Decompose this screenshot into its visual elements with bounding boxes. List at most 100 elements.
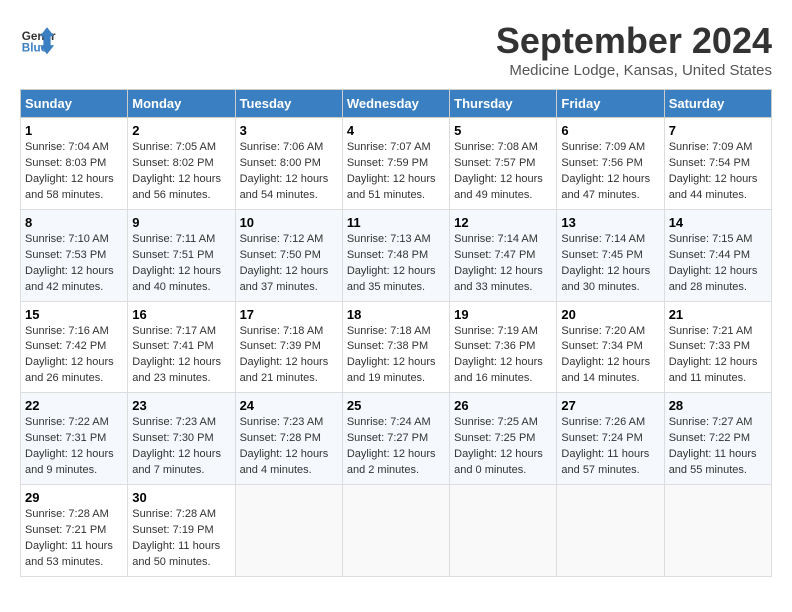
cell-content: Sunrise: 7:18 AMSunset: 7:38 PMDaylight:… <box>347 325 436 385</box>
day-number: 5 <box>454 123 552 138</box>
cell-content: Sunrise: 7:27 AMSunset: 7:22 PMDaylight:… <box>669 416 757 476</box>
calendar-cell-day-30: 30 Sunrise: 7:28 AMSunset: 7:19 PMDaylig… <box>128 485 235 577</box>
calendar-cell-day-15: 15 Sunrise: 7:16 AMSunset: 7:42 PMDaylig… <box>21 301 128 393</box>
cell-content: Sunrise: 7:23 AMSunset: 7:30 PMDaylight:… <box>132 416 221 476</box>
col-thursday: Thursday <box>450 90 557 118</box>
day-number: 26 <box>454 398 552 413</box>
calendar-cell-day-27: 27 Sunrise: 7:26 AMSunset: 7:24 PMDaylig… <box>557 393 664 485</box>
header-row: Sunday Monday Tuesday Wednesday Thursday… <box>21 90 772 118</box>
calendar-title: September 2024 <box>496 20 772 62</box>
day-number: 23 <box>132 398 230 413</box>
calendar-cell-day-14: 14 Sunrise: 7:15 AMSunset: 7:44 PMDaylig… <box>664 209 771 301</box>
calendar-cell-day-6: 6 Sunrise: 7:09 AMSunset: 7:56 PMDayligh… <box>557 118 664 210</box>
cell-content: Sunrise: 7:18 AMSunset: 7:39 PMDaylight:… <box>240 325 329 385</box>
day-number: 10 <box>240 215 338 230</box>
calendar-cell-day-29: 29 Sunrise: 7:28 AMSunset: 7:21 PMDaylig… <box>21 485 128 577</box>
title-block: September 2024 Medicine Lodge, Kansas, U… <box>496 20 772 79</box>
logo: General Blue <box>20 20 56 56</box>
day-number: 12 <box>454 215 552 230</box>
day-number: 16 <box>132 307 230 322</box>
calendar-cell-empty <box>342 485 449 577</box>
calendar-cell-day-17: 17 Sunrise: 7:18 AMSunset: 7:39 PMDaylig… <box>235 301 342 393</box>
calendar-week-1: 1 Sunrise: 7:04 AMSunset: 8:03 PMDayligh… <box>21 118 772 210</box>
calendar-cell-day-13: 13 Sunrise: 7:14 AMSunset: 7:45 PMDaylig… <box>557 209 664 301</box>
calendar-cell-day-22: 22 Sunrise: 7:22 AMSunset: 7:31 PMDaylig… <box>21 393 128 485</box>
day-number: 20 <box>561 307 659 322</box>
day-number: 19 <box>454 307 552 322</box>
day-number: 22 <box>25 398 123 413</box>
calendar-week-5: 29 Sunrise: 7:28 AMSunset: 7:21 PMDaylig… <box>21 485 772 577</box>
cell-content: Sunrise: 7:26 AMSunset: 7:24 PMDaylight:… <box>561 416 649 476</box>
day-number: 1 <box>25 123 123 138</box>
calendar-week-3: 15 Sunrise: 7:16 AMSunset: 7:42 PMDaylig… <box>21 301 772 393</box>
cell-content: Sunrise: 7:14 AMSunset: 7:45 PMDaylight:… <box>561 233 650 293</box>
cell-content: Sunrise: 7:07 AMSunset: 7:59 PMDaylight:… <box>347 141 436 201</box>
calendar-cell-day-23: 23 Sunrise: 7:23 AMSunset: 7:30 PMDaylig… <box>128 393 235 485</box>
calendar-cell-day-8: 8 Sunrise: 7:10 AMSunset: 7:53 PMDayligh… <box>21 209 128 301</box>
calendar-cell-day-10: 10 Sunrise: 7:12 AMSunset: 7:50 PMDaylig… <box>235 209 342 301</box>
cell-content: Sunrise: 7:09 AMSunset: 7:56 PMDaylight:… <box>561 141 650 201</box>
cell-content: Sunrise: 7:12 AMSunset: 7:50 PMDaylight:… <box>240 233 329 293</box>
cell-content: Sunrise: 7:14 AMSunset: 7:47 PMDaylight:… <box>454 233 543 293</box>
cell-content: Sunrise: 7:21 AMSunset: 7:33 PMDaylight:… <box>669 325 758 385</box>
day-number: 9 <box>132 215 230 230</box>
calendar-cell-empty <box>664 485 771 577</box>
cell-content: Sunrise: 7:10 AMSunset: 7:53 PMDaylight:… <box>25 233 114 293</box>
cell-content: Sunrise: 7:08 AMSunset: 7:57 PMDaylight:… <box>454 141 543 201</box>
cell-content: Sunrise: 7:19 AMSunset: 7:36 PMDaylight:… <box>454 325 543 385</box>
cell-content: Sunrise: 7:11 AMSunset: 7:51 PMDaylight:… <box>132 233 221 293</box>
day-number: 30 <box>132 490 230 505</box>
calendar-cell-day-5: 5 Sunrise: 7:08 AMSunset: 7:57 PMDayligh… <box>450 118 557 210</box>
day-number: 14 <box>669 215 767 230</box>
col-monday: Monday <box>128 90 235 118</box>
calendar-cell-day-26: 26 Sunrise: 7:25 AMSunset: 7:25 PMDaylig… <box>450 393 557 485</box>
calendar-cell-day-16: 16 Sunrise: 7:17 AMSunset: 7:41 PMDaylig… <box>128 301 235 393</box>
day-number: 28 <box>669 398 767 413</box>
calendar-body: 1 Sunrise: 7:04 AMSunset: 8:03 PMDayligh… <box>21 118 772 577</box>
day-number: 25 <box>347 398 445 413</box>
cell-content: Sunrise: 7:05 AMSunset: 8:02 PMDaylight:… <box>132 141 221 201</box>
cell-content: Sunrise: 7:16 AMSunset: 7:42 PMDaylight:… <box>25 325 114 385</box>
cell-content: Sunrise: 7:15 AMSunset: 7:44 PMDaylight:… <box>669 233 758 293</box>
calendar-cell-day-21: 21 Sunrise: 7:21 AMSunset: 7:33 PMDaylig… <box>664 301 771 393</box>
day-number: 21 <box>669 307 767 322</box>
calendar-cell-day-11: 11 Sunrise: 7:13 AMSunset: 7:48 PMDaylig… <box>342 209 449 301</box>
cell-content: Sunrise: 7:28 AMSunset: 7:19 PMDaylight:… <box>132 508 220 568</box>
calendar-cell-day-2: 2 Sunrise: 7:05 AMSunset: 8:02 PMDayligh… <box>128 118 235 210</box>
cell-content: Sunrise: 7:22 AMSunset: 7:31 PMDaylight:… <box>25 416 114 476</box>
calendar-cell-day-1: 1 Sunrise: 7:04 AMSunset: 8:03 PMDayligh… <box>21 118 128 210</box>
day-number: 6 <box>561 123 659 138</box>
cell-content: Sunrise: 7:25 AMSunset: 7:25 PMDaylight:… <box>454 416 543 476</box>
col-sunday: Sunday <box>21 90 128 118</box>
cell-content: Sunrise: 7:09 AMSunset: 7:54 PMDaylight:… <box>669 141 758 201</box>
calendar-cell-empty <box>557 485 664 577</box>
day-number: 17 <box>240 307 338 322</box>
logo-icon: General Blue <box>20 20 56 56</box>
calendar-cell-day-25: 25 Sunrise: 7:24 AMSunset: 7:27 PMDaylig… <box>342 393 449 485</box>
col-friday: Friday <box>557 90 664 118</box>
calendar-cell-day-7: 7 Sunrise: 7:09 AMSunset: 7:54 PMDayligh… <box>664 118 771 210</box>
cell-content: Sunrise: 7:20 AMSunset: 7:34 PMDaylight:… <box>561 325 650 385</box>
day-number: 11 <box>347 215 445 230</box>
calendar-cell-day-28: 28 Sunrise: 7:27 AMSunset: 7:22 PMDaylig… <box>664 393 771 485</box>
day-number: 13 <box>561 215 659 230</box>
col-wednesday: Wednesday <box>342 90 449 118</box>
calendar-cell-day-4: 4 Sunrise: 7:07 AMSunset: 7:59 PMDayligh… <box>342 118 449 210</box>
day-number: 4 <box>347 123 445 138</box>
day-number: 3 <box>240 123 338 138</box>
cell-content: Sunrise: 7:06 AMSunset: 8:00 PMDaylight:… <box>240 141 329 201</box>
calendar-cell-day-20: 20 Sunrise: 7:20 AMSunset: 7:34 PMDaylig… <box>557 301 664 393</box>
calendar-week-4: 22 Sunrise: 7:22 AMSunset: 7:31 PMDaylig… <box>21 393 772 485</box>
calendar-week-2: 8 Sunrise: 7:10 AMSunset: 7:53 PMDayligh… <box>21 209 772 301</box>
day-number: 7 <box>669 123 767 138</box>
calendar-cell-day-19: 19 Sunrise: 7:19 AMSunset: 7:36 PMDaylig… <box>450 301 557 393</box>
cell-content: Sunrise: 7:13 AMSunset: 7:48 PMDaylight:… <box>347 233 436 293</box>
cell-content: Sunrise: 7:04 AMSunset: 8:03 PMDaylight:… <box>25 141 114 201</box>
day-number: 8 <box>25 215 123 230</box>
cell-content: Sunrise: 7:24 AMSunset: 7:27 PMDaylight:… <box>347 416 436 476</box>
cell-content: Sunrise: 7:17 AMSunset: 7:41 PMDaylight:… <box>132 325 221 385</box>
calendar-cell-day-9: 9 Sunrise: 7:11 AMSunset: 7:51 PMDayligh… <box>128 209 235 301</box>
calendar-cell-empty <box>235 485 342 577</box>
cell-content: Sunrise: 7:23 AMSunset: 7:28 PMDaylight:… <box>240 416 329 476</box>
calendar-subtitle: Medicine Lodge, Kansas, United States <box>496 62 772 79</box>
